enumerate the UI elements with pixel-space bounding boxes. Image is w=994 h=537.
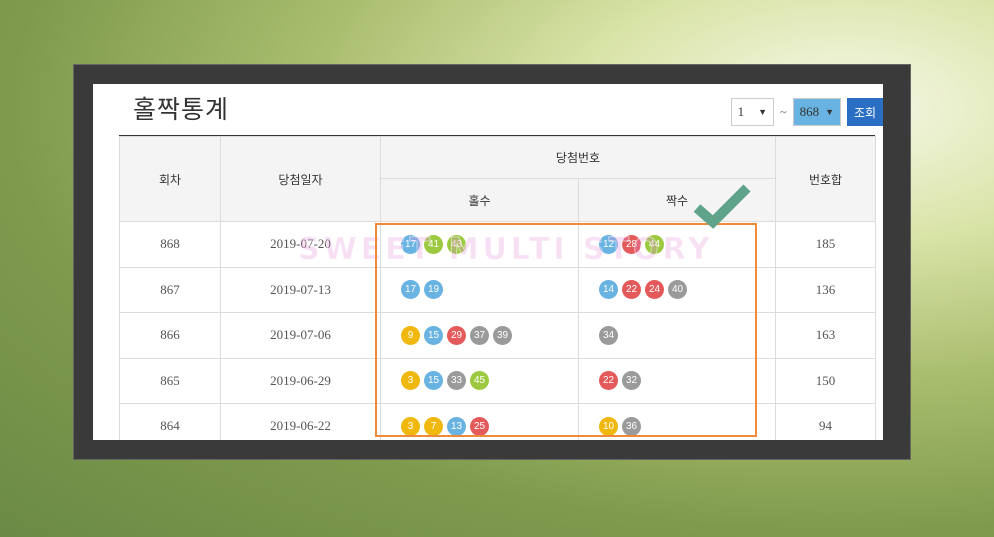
search-button[interactable]: 조회 <box>847 98 883 126</box>
number-ball: 39 <box>493 325 512 345</box>
sum-cell: 136 <box>775 266 877 313</box>
even-numbers-cell: 22 32 <box>577 357 777 404</box>
number-ball: 24 <box>645 280 664 300</box>
number-ball: 14 <box>599 280 618 300</box>
sum-cell: 185 <box>775 221 877 268</box>
number-ball: 13 <box>447 416 466 436</box>
odd-numbers-cell: 3 15 33 45 <box>380 357 579 404</box>
date-cell: 2019-06-29 <box>220 357 381 404</box>
odd-numbers-cell: 9 15 29 37 39 <box>380 312 579 359</box>
page-title: 홀짝통계 <box>133 95 230 124</box>
round-cell: 867 <box>119 266 221 313</box>
sum-cell: 163 <box>775 312 877 359</box>
odd-numbers-cell: 17 41 43 <box>380 221 579 268</box>
header-sum: 번호합 <box>775 136 877 222</box>
number-ball: 15 <box>424 325 443 345</box>
number-ball: 41 <box>424 234 443 254</box>
number-ball: 22 <box>599 371 618 391</box>
header-odd: 홀수 <box>380 178 579 222</box>
date-cell: 2019-07-20 <box>220 221 381 268</box>
odd-numbers-cell: 3 7 13 25 <box>380 403 579 440</box>
screenshot-frame: 홀짝통계 1 ▼ ~ 868 ▼ 조회 회차 당첨일자 당첨번호 번호합 홀수 … <box>73 64 911 460</box>
round-cell: 865 <box>119 357 221 404</box>
even-numbers-cell: 14 22 24 40 <box>577 266 777 313</box>
number-ball: 19 <box>424 280 443 300</box>
number-ball: 9 <box>401 325 420 345</box>
range-separator: ~ <box>780 104 787 119</box>
header-round: 회차 <box>119 136 221 222</box>
caret-down-icon: ▼ <box>758 107 768 117</box>
number-ball: 10 <box>599 416 618 436</box>
table-row: 864 2019-06-22 3 7 13 25 10 36 94 <box>119 403 877 440</box>
header-date: 당첨일자 <box>220 136 381 222</box>
even-numbers-cell: 10 36 <box>577 403 777 440</box>
table-row: 865 2019-06-29 3 15 33 45 22 32 150 <box>119 357 877 404</box>
number-ball: 22 <box>622 280 641 300</box>
checkmark-icon <box>693 184 751 229</box>
number-ball: 36 <box>622 416 641 436</box>
round-cell: 864 <box>119 403 221 440</box>
number-ball: 32 <box>622 371 641 391</box>
content-panel: 홀짝통계 1 ▼ ~ 868 ▼ 조회 회차 당첨일자 당첨번호 번호합 홀수 … <box>93 84 883 440</box>
from-round-value: 1 <box>737 104 745 119</box>
odd-even-table: 회차 당첨일자 당첨번호 번호합 홀수 짝수 868 2019-07-20 17 41… <box>119 136 877 440</box>
to-round-select[interactable]: 868 ▼ <box>792 98 841 126</box>
date-cell: 2019-07-13 <box>220 266 381 313</box>
number-ball: 45 <box>470 371 489 391</box>
number-ball: 37 <box>470 325 489 345</box>
table-row: 868 2019-07-20 17 41 43 12 28 44 185 <box>119 221 877 268</box>
number-ball: 40 <box>668 280 687 300</box>
number-ball: 28 <box>622 234 641 254</box>
sum-cell: 150 <box>775 357 877 404</box>
date-cell: 2019-07-06 <box>220 312 381 359</box>
table-row: 866 2019-07-06 9 15 29 37 39 34 163 <box>119 312 877 359</box>
number-ball: 17 <box>401 234 420 254</box>
number-ball: 25 <box>470 416 489 436</box>
to-round-value: 868 <box>799 104 820 119</box>
sum-cell: 94 <box>775 403 877 440</box>
header-numbers: 당첨번호 <box>379 136 777 179</box>
number-ball: 44 <box>645 234 664 254</box>
number-ball: 7 <box>424 416 443 436</box>
number-ball: 17 <box>401 280 420 300</box>
number-ball: 33 <box>447 371 466 391</box>
date-cell: 2019-06-22 <box>220 403 381 440</box>
number-ball: 3 <box>401 416 420 436</box>
range-controls: 1 ▼ ~ 868 ▼ 조회 <box>730 98 883 126</box>
table-row: 867 2019-07-13 17 19 14 22 24 40 136 <box>119 266 877 313</box>
number-ball: 29 <box>447 325 466 345</box>
round-cell: 868 <box>119 221 221 268</box>
number-ball: 15 <box>424 371 443 391</box>
from-round-select[interactable]: 1 ▼ <box>730 98 775 126</box>
even-numbers-cell: 34 <box>577 312 777 359</box>
number-ball: 12 <box>599 234 618 254</box>
number-ball: 34 <box>599 325 618 345</box>
caret-down-icon: ▼ <box>825 107 834 117</box>
round-cell: 866 <box>119 312 221 359</box>
number-ball: 43 <box>447 234 466 254</box>
odd-numbers-cell: 17 19 <box>380 266 579 313</box>
number-ball: 3 <box>401 371 420 391</box>
